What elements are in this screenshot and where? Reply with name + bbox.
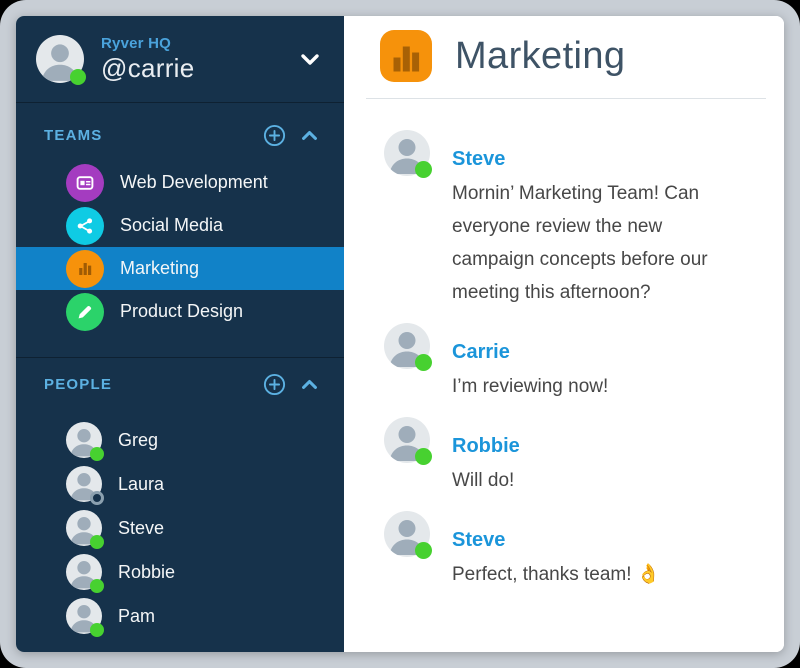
people-item-label: Pam — [118, 606, 155, 627]
people-item-label: Greg — [118, 430, 158, 451]
avatar-laura — [66, 466, 102, 502]
username: @carrie — [101, 53, 283, 84]
people-section-header: PEOPLE — [16, 366, 344, 402]
teams-section-label: TEAMS — [44, 127, 248, 144]
message-text: Perfect, thanks team! 👌 — [452, 558, 660, 591]
message: Carrie I’m reviewing now! — [384, 323, 764, 403]
sidebar-item-marketing[interactable]: Marketing — [16, 247, 344, 290]
status-dot-online — [415, 448, 432, 465]
people-section: PEOPLE — [16, 357, 344, 652]
message: Robbie Will do! — [384, 417, 764, 497]
teams-section-header: TEAMS — [16, 117, 344, 153]
sidebar-item-label: Social Media — [120, 215, 223, 236]
people-item-robbie[interactable]: Robbie — [16, 550, 344, 594]
message-author[interactable]: Steve — [452, 146, 708, 172]
account-header[interactable]: Ryver HQ @carrie — [16, 16, 344, 103]
channel-title: Marketing — [455, 35, 625, 78]
sidebar: Ryver HQ @carrie TEAMS — [16, 16, 344, 652]
message-author[interactable]: Robbie — [452, 433, 520, 459]
message: Steve Mornin’ Marketing Team! Can everyo… — [384, 130, 764, 309]
account-info: Ryver HQ @carrie — [101, 35, 283, 84]
status-dot-online — [70, 69, 86, 85]
people-item-pam[interactable]: Pam — [16, 594, 344, 638]
message-body: Steve Perfect, thanks team! 👌 — [452, 511, 660, 591]
collapse-people-icon[interactable] — [301, 379, 318, 390]
message-author[interactable]: Carrie — [452, 339, 608, 365]
status-dot-online — [90, 447, 104, 461]
message-body: Carrie I’m reviewing now! — [452, 323, 608, 403]
message-author[interactable]: Steve — [452, 527, 660, 553]
status-dot-online — [415, 161, 432, 178]
status-dot-online — [90, 623, 104, 637]
sidebar-item-label: Marketing — [120, 258, 199, 279]
app-window: Ryver HQ @carrie TEAMS — [16, 16, 784, 652]
people-item-label: Laura — [118, 474, 164, 495]
avatar-steve[interactable] — [384, 511, 430, 557]
people-item-label: Steve — [118, 518, 164, 539]
people-item-greg[interactable]: Greg — [16, 418, 344, 462]
avatar-robbie — [66, 554, 102, 590]
browser-window-icon — [66, 164, 104, 202]
message-body: Robbie Will do! — [452, 417, 520, 497]
avatar-greg — [66, 422, 102, 458]
add-person-icon[interactable] — [263, 373, 286, 396]
avatar-robbie[interactable] — [384, 417, 430, 463]
channel-header: Marketing — [344, 16, 784, 82]
people-item-laura[interactable]: Laura — [16, 462, 344, 506]
avatar-steve[interactable] — [384, 130, 430, 176]
message-text: Will do! — [452, 464, 520, 497]
status-dot-offline — [90, 491, 104, 505]
status-dot-online — [415, 354, 432, 371]
sidebar-item-label: Web Development — [120, 172, 268, 193]
message-body: Steve Mornin’ Marketing Team! Can everyo… — [452, 130, 708, 309]
avatar-carrie[interactable] — [36, 35, 84, 83]
avatar-carrie[interactable] — [384, 323, 430, 369]
marketing-bar-chart-icon — [380, 30, 432, 82]
teams-section: TEAMS — [16, 103, 344, 357]
collapse-teams-icon[interactable] — [301, 130, 318, 141]
message-text: Mornin’ Marketing Team! Can everyone rev… — [452, 177, 708, 309]
status-dot-online — [415, 542, 432, 559]
sidebar-item-web-development[interactable]: Web Development — [16, 161, 344, 204]
sidebar-item-product-design[interactable]: Product Design — [16, 290, 344, 333]
status-dot-online — [90, 579, 104, 593]
message-text: I’m reviewing now! — [452, 370, 608, 403]
add-team-icon[interactable] — [263, 124, 286, 147]
bar-chart-icon — [66, 250, 104, 288]
sidebar-item-label: Product Design — [120, 301, 243, 322]
sidebar-item-social-media[interactable]: Social Media — [16, 204, 344, 247]
pencil-icon — [66, 293, 104, 331]
page-background: Ryver HQ @carrie TEAMS — [0, 0, 800, 668]
chevron-down-icon[interactable] — [300, 53, 320, 66]
message-list: Steve Mornin’ Marketing Team! Can everyo… — [344, 99, 784, 601]
avatar-pam — [66, 598, 102, 634]
people-item-steve[interactable]: Steve — [16, 506, 344, 550]
avatar-steve — [66, 510, 102, 546]
channel-pane: Marketing Steve Mornin’ Marketing Team! … — [344, 16, 784, 652]
message: Steve Perfect, thanks team! 👌 — [384, 511, 764, 591]
status-dot-online — [90, 535, 104, 549]
people-section-label: PEOPLE — [44, 376, 248, 393]
share-icon — [66, 207, 104, 245]
people-item-label: Robbie — [118, 562, 175, 583]
org-name: Ryver HQ — [101, 35, 283, 52]
